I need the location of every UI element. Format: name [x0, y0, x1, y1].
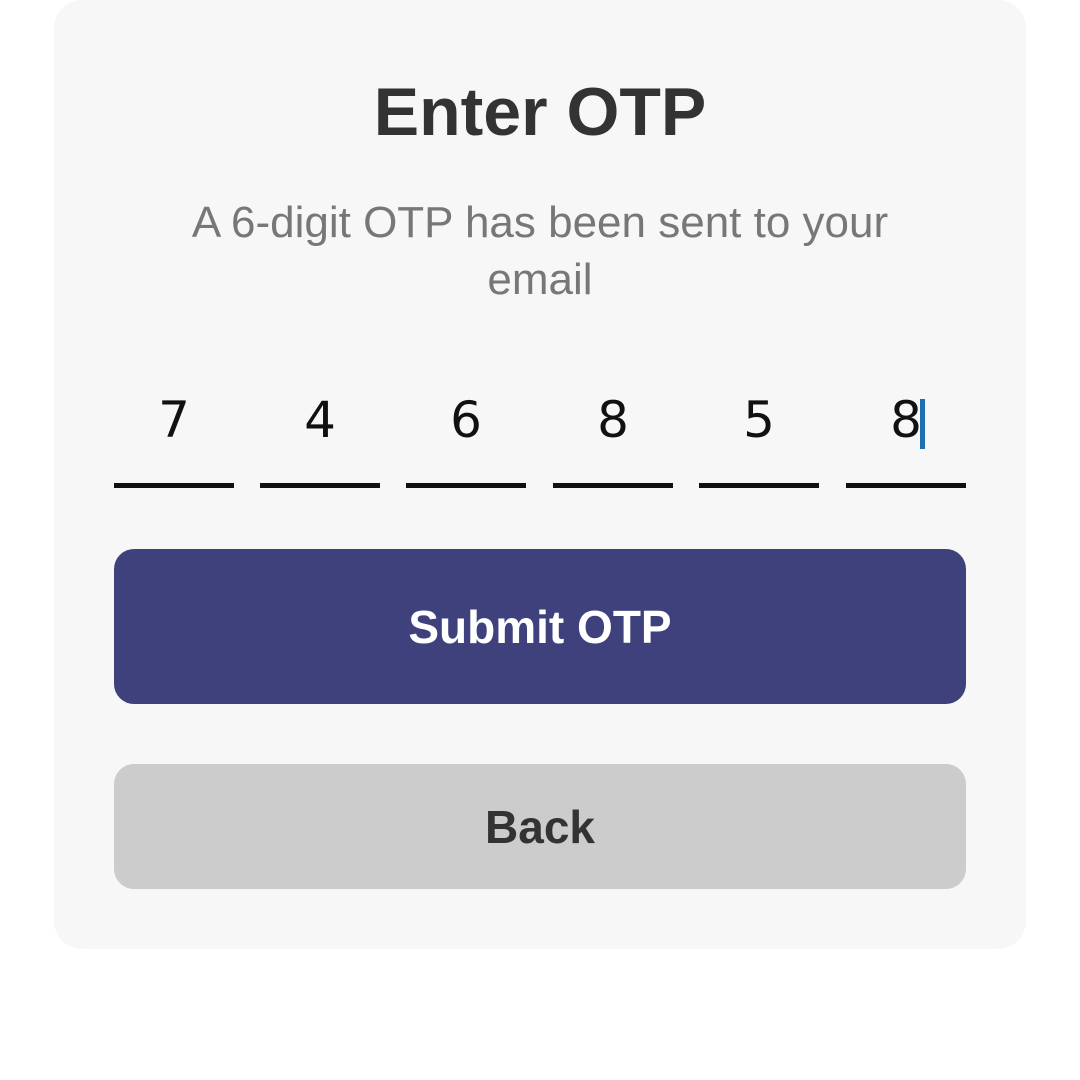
otp-digit-value: 6 [450, 391, 482, 449]
otp-field-underline [846, 483, 966, 488]
otp-input-group: 7 4 6 8 5 8 [114, 384, 966, 490]
otp-digit-field-1[interactable]: 7 [114, 384, 234, 490]
otp-digit-field-2[interactable]: 4 [260, 384, 380, 490]
otp-field-underline [699, 483, 819, 488]
otp-digit-value: 7 [158, 391, 190, 449]
text-caret [920, 399, 925, 449]
otp-instructions: A 6-digit OTP has been sent to your emai… [191, 198, 889, 304]
otp-digit-value: 8 [597, 391, 629, 449]
otp-digit-field-6[interactable]: 8 [846, 384, 966, 490]
otp-digit-value: 5 [743, 391, 775, 449]
back-button[interactable]: Back [114, 764, 966, 889]
otp-field-underline [114, 483, 234, 488]
otp-card: Enter OTP A 6-digit OTP has been sent to… [54, 0, 1026, 949]
otp-digit-value: 8 [890, 391, 922, 449]
otp-digit-field-3[interactable]: 6 [406, 384, 526, 490]
otp-digit-field-4[interactable]: 8 [553, 384, 673, 490]
page-title: Enter OTP [373, 74, 707, 150]
otp-field-underline [406, 483, 526, 488]
submit-otp-button[interactable]: Submit OTP [114, 549, 966, 704]
otp-digit-value: 4 [304, 391, 336, 449]
otp-digit-field-5[interactable]: 5 [699, 384, 819, 490]
otp-field-underline [260, 483, 380, 488]
otp-field-underline [553, 483, 673, 488]
